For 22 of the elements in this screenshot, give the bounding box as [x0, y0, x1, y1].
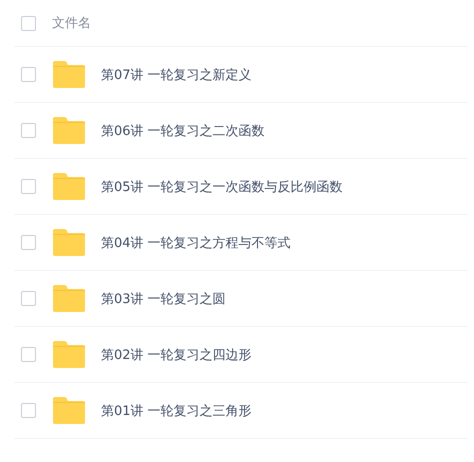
checkbox[interactable] [21, 235, 36, 250]
checkbox[interactable] [21, 291, 36, 306]
folder-icon [52, 285, 86, 312]
folder-icon [52, 341, 86, 368]
folder-icon [52, 229, 86, 256]
file-name[interactable]: 第05讲 一轮复习之一次函数与反比例函数 [101, 178, 343, 196]
checkbox[interactable] [21, 67, 36, 82]
file-name[interactable]: 第03讲 一轮复习之圆 [101, 290, 226, 308]
checkbox[interactable] [21, 179, 36, 194]
folder-icon [52, 61, 86, 88]
file-name[interactable]: 第02讲 一轮复习之四边形 [101, 346, 252, 364]
checkbox[interactable] [21, 347, 36, 362]
checkbox[interactable] [21, 16, 36, 30]
file-name[interactable]: 第04讲 一轮复习之方程与不等式 [101, 234, 291, 252]
folder-icon [52, 173, 86, 200]
folder-icon [52, 397, 86, 424]
checkbox[interactable] [21, 123, 36, 138]
folder-icon [52, 117, 86, 144]
file-name[interactable]: 第06讲 一轮复习之二次函数 [101, 122, 265, 140]
file-name[interactable]: 第01讲 一轮复习之三角形 [101, 402, 252, 420]
checkbox[interactable] [21, 403, 36, 418]
file-name[interactable]: 第07讲 一轮复习之新定义 [101, 66, 252, 84]
